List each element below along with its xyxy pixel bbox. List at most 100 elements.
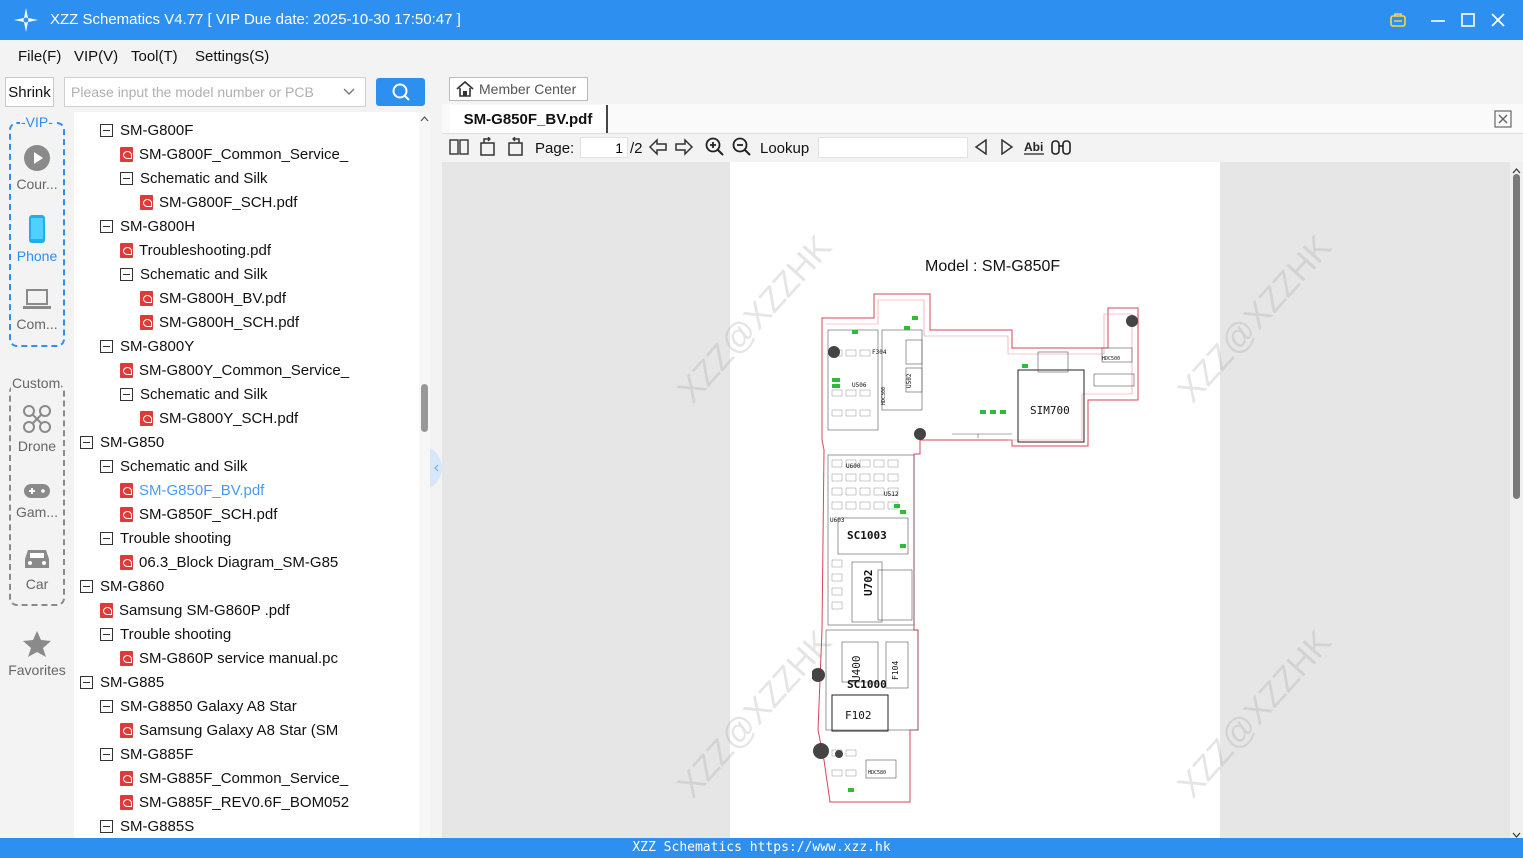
pcb-boardview[interactable]: SIM700 SC1003 U702 SC1000 F102 U400 F104… [812,290,1152,810]
rail-item-games[interactable]: Gam... [7,482,67,520]
find-prev-icon[interactable] [974,139,988,155]
prev-page-icon[interactable] [648,138,668,156]
collapse-toggle-icon[interactable] [100,747,113,761]
tree-folder[interactable]: SM-G8850 Galaxy A8 Star [100,694,297,718]
rail-item-courses[interactable]: Cour... [7,144,67,192]
next-page-icon[interactable] [674,138,694,156]
tree-item-label: SM-G885F_Common_Service_ [139,769,349,787]
tree-file[interactable]: SM-G850F_BV.pdf [120,478,264,502]
tree-scroll-thumb[interactable] [421,384,428,432]
tree-file[interactable]: SM-G860P service manual.pc [120,646,338,670]
tree-folder[interactable]: SM-G860 [80,574,164,598]
chevron-down-icon[interactable] [343,87,355,97]
tree-item-label: Schematic and Silk [120,457,248,475]
tree-file[interactable]: SM-G885F_REV0.6F_BOM052 [120,790,349,814]
tree-file[interactable]: Samsung SM-G860P .pdf [100,598,290,622]
tab-document[interactable]: SM-G850F_BV.pdf [450,105,608,133]
search-input[interactable] [71,82,333,102]
menu-tool[interactable]: Tool(T) [131,48,178,65]
vip-badge-icon[interactable] [1386,8,1410,32]
rail-item-drone[interactable]: Drone [7,404,67,454]
lookup-input[interactable] [818,137,968,158]
collapse-toggle-icon[interactable] [120,267,133,281]
collapse-toggle-icon[interactable] [80,579,93,593]
collapse-toggle-icon[interactable] [80,435,93,449]
tree-folder[interactable]: SM-G885S [100,814,194,838]
menu-vip[interactable]: VIP(V) [74,48,118,65]
tree-item-label: SM-G860 [100,577,165,595]
tree-file[interactable]: SM-G800H_BV.pdf [140,286,286,310]
collapse-toggle-icon[interactable] [100,339,113,353]
rail-item-computer[interactable]: Com... [7,288,67,332]
collapse-toggle-icon[interactable] [100,459,113,473]
collapse-toggle-icon[interactable] [100,627,113,641]
collapse-handle-icon[interactable] [430,448,442,488]
tree-file[interactable]: SM-G800H_SCH.pdf [140,310,299,334]
collapse-toggle-icon[interactable] [100,819,113,833]
rail-item-label: Gam... [15,504,58,520]
close-tab-icon[interactable] [1494,110,1512,128]
tree-folder[interactable]: Trouble shooting [100,622,231,646]
tree-folder[interactable]: SM-G885 [80,670,164,694]
tree-file[interactable]: 06.3_Block Diagram_SM-G85 [120,550,338,574]
rail-item-label: Car [25,576,49,592]
vip-group-label: -VIP- [20,114,54,130]
tree-file[interactable]: SM-G800F_SCH.pdf [140,190,297,214]
title-bar: XZZ Schematics V4.77 [ VIP Due date: 202… [0,0,1523,40]
tree-folder[interactable]: Trouble shooting [100,526,231,550]
document-scrollbar[interactable] [1510,162,1523,838]
doc-scroll-thumb[interactable] [1513,174,1520,499]
pdf-file-icon [120,722,133,738]
close-icon[interactable] [1486,8,1510,32]
maximize-icon[interactable] [1456,8,1480,32]
collapse-toggle-icon[interactable] [120,171,133,185]
rail-item-car[interactable]: Car [7,546,67,592]
tree-folder[interactable]: Schematic and Silk [100,454,248,478]
tree-item-label: SM-G860P service manual.pc [139,649,338,667]
tree-folder[interactable]: Schematic and Silk [120,262,268,286]
rotate-left-icon[interactable] [478,137,498,157]
tree-file[interactable]: SM-G885F_Common_Service_ [120,766,348,790]
tree-item-label: SM-G800F [120,121,194,139]
zoom-out-icon[interactable] [732,137,752,157]
match-case-icon[interactable]: Abi [1023,139,1045,155]
menu-file[interactable]: File(F) [18,48,61,65]
member-center-button[interactable]: Member Center [449,77,588,101]
find-next-icon[interactable] [1000,139,1014,155]
page-number-input[interactable] [580,137,628,158]
binoculars-icon[interactable] [1050,138,1072,156]
tree-file[interactable]: Samsung Galaxy A8 Star (SM [120,718,338,742]
tree-file[interactable]: SM-G850F_SCH.pdf [120,502,277,526]
tree-folder[interactable]: SM-G850 [80,430,164,454]
tree-folder[interactable]: Schematic and Silk [120,166,268,190]
collapse-toggle-icon[interactable] [100,219,113,233]
tree-folder[interactable]: SM-G885F [100,742,193,766]
tree-file[interactable]: Troubleshooting.pdf [120,238,271,262]
collapse-toggle-icon[interactable] [100,531,113,545]
search-button[interactable] [376,78,425,106]
laptop-icon [23,289,51,309]
tree-folder[interactable]: SM-G800Y [100,334,194,358]
tree-file[interactable]: SM-G800Y_SCH.pdf [140,406,298,430]
two-page-view-icon[interactable] [449,138,469,156]
collapse-toggle-icon[interactable] [80,675,93,689]
tree-folder[interactable]: SM-G800H [100,214,195,238]
scroll-up-icon[interactable] [420,116,429,122]
rail-item-favorites[interactable]: Favorites [7,630,67,678]
tree-folder[interactable]: SM-G800F [100,118,193,142]
collapse-toggle-icon[interactable] [100,123,113,137]
shrink-button[interactable]: Shrink [5,77,54,107]
panel-splitter[interactable] [430,72,442,838]
pdf-file-icon [120,482,133,498]
collapse-toggle-icon[interactable] [120,387,133,401]
rail-item-phone[interactable]: Phone [7,214,67,264]
tree-scrollbar[interactable] [419,112,430,838]
tree-file[interactable]: SM-G800F_Common_Service_ [120,142,348,166]
collapse-toggle-icon[interactable] [100,699,113,713]
menu-settings[interactable]: Settings(S) [195,48,269,65]
rotate-right-icon[interactable] [505,137,525,157]
tree-folder[interactable]: Schematic and Silk [120,382,268,406]
minimize-icon[interactable] [1426,8,1450,32]
zoom-in-icon[interactable] [705,137,725,157]
tree-file[interactable]: SM-G800Y_Common_Service_ [120,358,349,382]
